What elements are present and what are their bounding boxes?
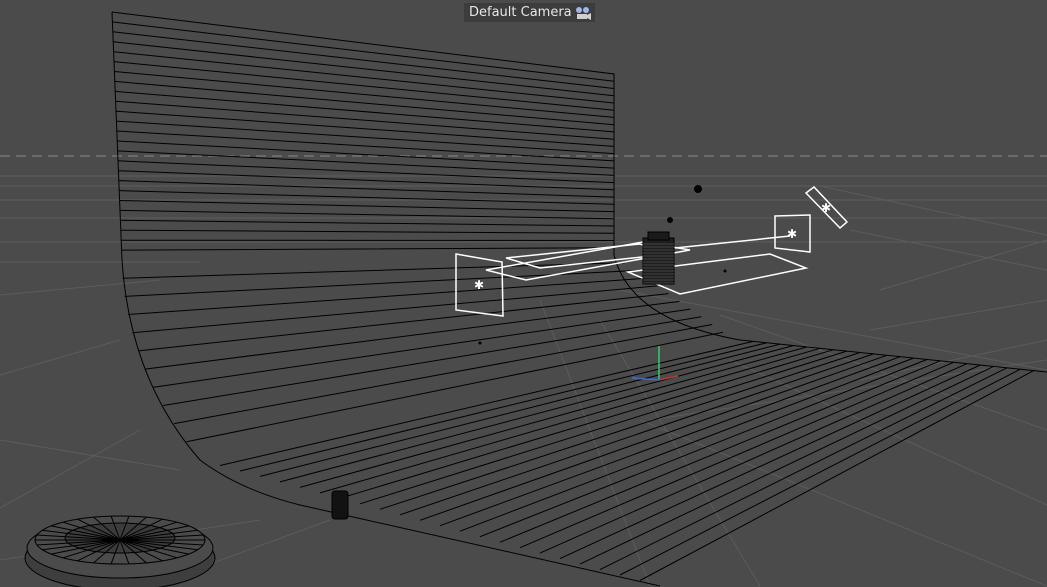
wall-slat-lines — [112, 21, 724, 443]
light-left[interactable]: ✱ — [455, 253, 504, 317]
world-axis-gizmo — [631, 346, 679, 381]
null-object — [478, 341, 482, 345]
floor-slat-lines — [219, 340, 1034, 581]
turntable-disc[interactable] — [24, 515, 216, 587]
svg-text:✱: ✱ — [474, 278, 484, 292]
product-bottle[interactable] — [642, 231, 675, 285]
light-far-right[interactable]: ✱ — [804, 185, 849, 230]
camera-label[interactable]: Default Camera — [464, 3, 595, 22]
svg-text:✱: ✱ — [821, 201, 831, 215]
null-object[interactable] — [667, 217, 673, 223]
svg-text:✱: ✱ — [787, 227, 797, 241]
viewport-scene[interactable]: ✱ ✱ ✱ — [0, 0, 1047, 587]
small-cylinder-object[interactable] — [331, 490, 349, 520]
camera-label-text: Default Camera — [469, 5, 572, 20]
cyclorama-backdrop[interactable] — [111, 11, 1047, 587]
camera-icon[interactable] — [575, 6, 591, 20]
3d-viewport[interactable]: ✱ ✱ ✱ Default Camera — [0, 0, 1047, 587]
null-object — [723, 269, 727, 273]
light-right-panel[interactable]: ✱ — [774, 214, 811, 253]
null-object[interactable] — [694, 185, 702, 193]
